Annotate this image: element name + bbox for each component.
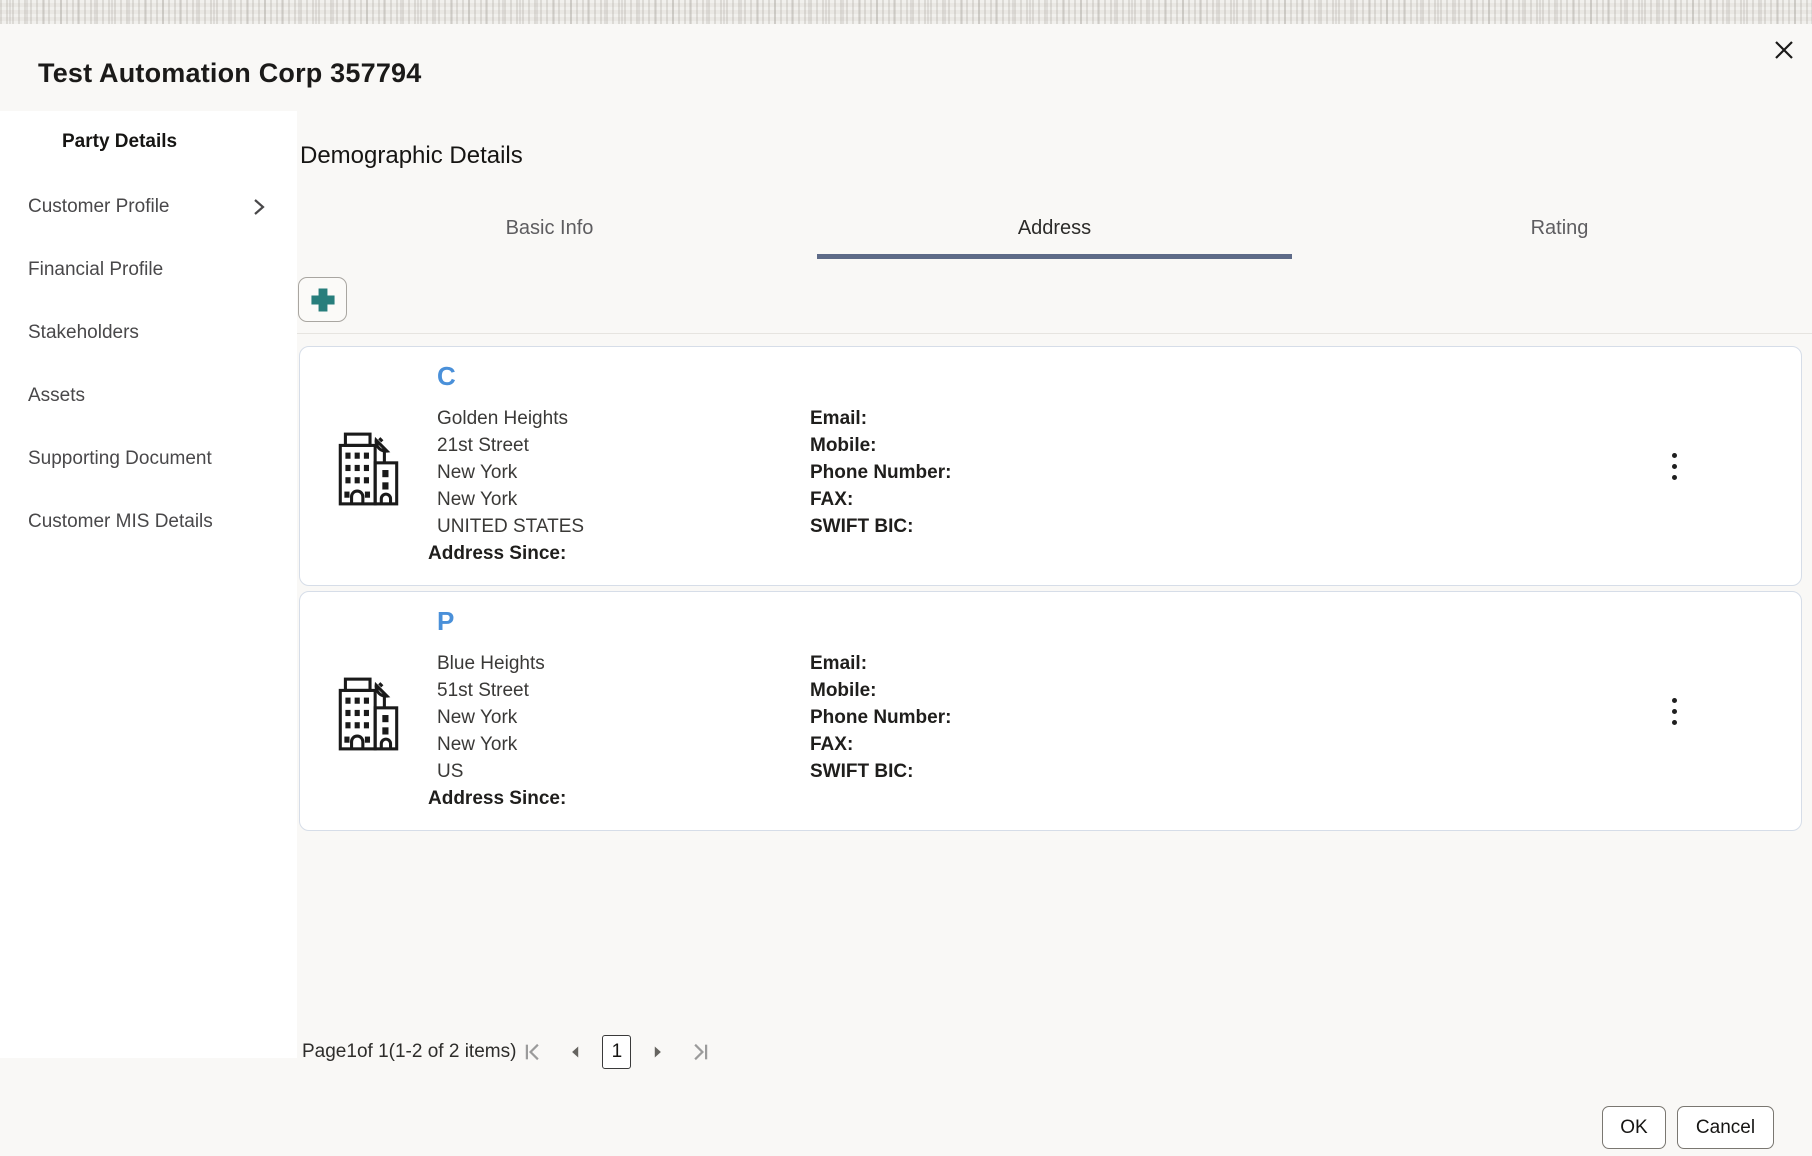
page-label: Page [302, 1041, 347, 1062]
previous-page-icon [572, 1046, 579, 1058]
kebab-menu-icon[interactable] [1657, 444, 1691, 488]
plus-icon [310, 287, 335, 312]
phone-number-label: Phone Number: [810, 462, 952, 483]
sidebar-item-supporting-document[interactable]: Supporting Document [0, 427, 297, 490]
tab-bar: Basic Info Address Rating [297, 209, 1812, 259]
address-line: New York [437, 734, 518, 755]
address-card-permanent: P Blue Heights 51st Street New York New … [299, 591, 1802, 831]
sidebar-item-label: Supporting Document [28, 447, 212, 469]
address-line: New York [437, 462, 518, 483]
fax-label: FAX: [810, 734, 854, 755]
sidebar-item-label: Customer Profile [28, 195, 170, 217]
page-number-box[interactable]: 1 [602, 1035, 632, 1069]
sidebar-item-financial-profile[interactable]: Financial Profile [0, 238, 297, 301]
address-line: New York [437, 707, 518, 728]
content-area: Demographic Details Basic Info Address R… [297, 111, 1812, 1069]
address-type-letter[interactable]: P [437, 606, 454, 637]
fax-label: FAX: [810, 489, 854, 510]
swift-bic-label: SWIFT BIC: [810, 516, 914, 537]
first-page-button[interactable] [516, 1035, 550, 1069]
footer-actions: OK Cancel [0, 1106, 1812, 1150]
sidebar-nav: Customer Profile Financial Profile Stake… [0, 175, 297, 553]
party-details-modal: Test Automation Corp 357794 Party Detail… [0, 24, 1812, 1156]
cancel-button[interactable]: Cancel [1677, 1106, 1774, 1149]
screen: Test Automation Corp 357794 Party Detail… [0, 0, 1812, 1156]
sidebar-item-label: Customer MIS Details [28, 510, 213, 532]
contact-labels: Email: Mobile: Phone Number: FAX: SWIFT … [810, 650, 951, 785]
page-title: Demographic Details [300, 142, 523, 169]
address-line: UNITED STATES [437, 516, 585, 537]
address-line: Golden Heights [437, 408, 568, 429]
last-page-button[interactable] [683, 1035, 717, 1069]
next-page-icon [655, 1046, 662, 1058]
address-block: Blue Heights 51st Street New York New Yo… [428, 650, 566, 812]
page-of-label: of 1 [356, 1041, 389, 1062]
address-block: Golden Heights 21st Street New York New … [428, 405, 585, 567]
close-button[interactable] [1766, 32, 1802, 68]
tab-label: Rating [1530, 217, 1589, 239]
email-label: Email: [810, 408, 868, 429]
ok-button[interactable]: OK [1602, 1106, 1666, 1149]
address-card-corporate: C Golden Heights 21st Street New York Ne… [299, 346, 1802, 586]
address-type-letter[interactable]: C [437, 361, 456, 392]
mobile-label: Mobile: [810, 435, 877, 456]
sidebar-item-label: Assets [28, 384, 86, 406]
tab-address[interactable]: Address [802, 209, 1307, 259]
previous-page-button[interactable] [559, 1035, 593, 1069]
kebab-menu-icon[interactable] [1657, 689, 1691, 733]
sidebar-header: Party Details [62, 131, 178, 152]
building-icon [338, 432, 399, 506]
sidebar-item-assets[interactable]: Assets [0, 364, 297, 427]
add-address-button[interactable] [298, 277, 347, 322]
tab-label: Address [1017, 217, 1092, 239]
tab-label: Basic Info [505, 217, 594, 239]
page-background-texture [0, 0, 1812, 24]
items-summary: (1-2 of 2 items) [388, 1041, 517, 1062]
building-icon [338, 677, 399, 751]
sidebar-item-label: Stakeholders [28, 321, 139, 343]
phone-number-label: Phone Number: [810, 707, 952, 728]
address-since-label: Address Since: [428, 543, 567, 564]
address-line: US [437, 761, 464, 782]
tab-basic-info[interactable]: Basic Info [297, 209, 802, 259]
chevron-right-icon [254, 198, 265, 215]
close-icon [1775, 41, 1793, 59]
address-line: 21st Street [437, 435, 529, 456]
sidebar-item-customer-profile[interactable]: Customer Profile [0, 175, 297, 238]
modal-title: Test Automation Corp 357794 [38, 58, 422, 88]
pagination: Page 1 of 1 (1-2 of 2 items) 1 [302, 1029, 726, 1075]
next-page-button[interactable] [640, 1035, 674, 1069]
contact-labels: Email: Mobile: Phone Number: FAX: SWIFT … [810, 405, 951, 540]
swift-bic-label: SWIFT BIC: [810, 761, 914, 782]
address-line: New York [437, 489, 518, 510]
first-page-icon [526, 1043, 540, 1061]
email-label: Email: [810, 653, 868, 674]
active-tab-underline [817, 254, 1292, 259]
sidebar-item-stakeholders[interactable]: Stakeholders [0, 301, 297, 364]
tab-rating[interactable]: Rating [1307, 209, 1812, 259]
last-page-icon [694, 1043, 708, 1061]
address-line: 51st Street [437, 680, 529, 701]
current-page-value: 1 [346, 1041, 357, 1062]
mobile-label: Mobile: [810, 680, 877, 701]
section-divider [297, 333, 1812, 334]
sidebar: Party Details Customer Profile Financial… [0, 111, 297, 1058]
address-card-list: C Golden Heights 21st Street New York Ne… [299, 346, 1802, 831]
address-line: Blue Heights [437, 653, 545, 674]
sidebar-item-customer-mis-details[interactable]: Customer MIS Details [0, 490, 297, 553]
address-since-label: Address Since: [428, 788, 567, 809]
sidebar-item-label: Financial Profile [28, 258, 164, 280]
